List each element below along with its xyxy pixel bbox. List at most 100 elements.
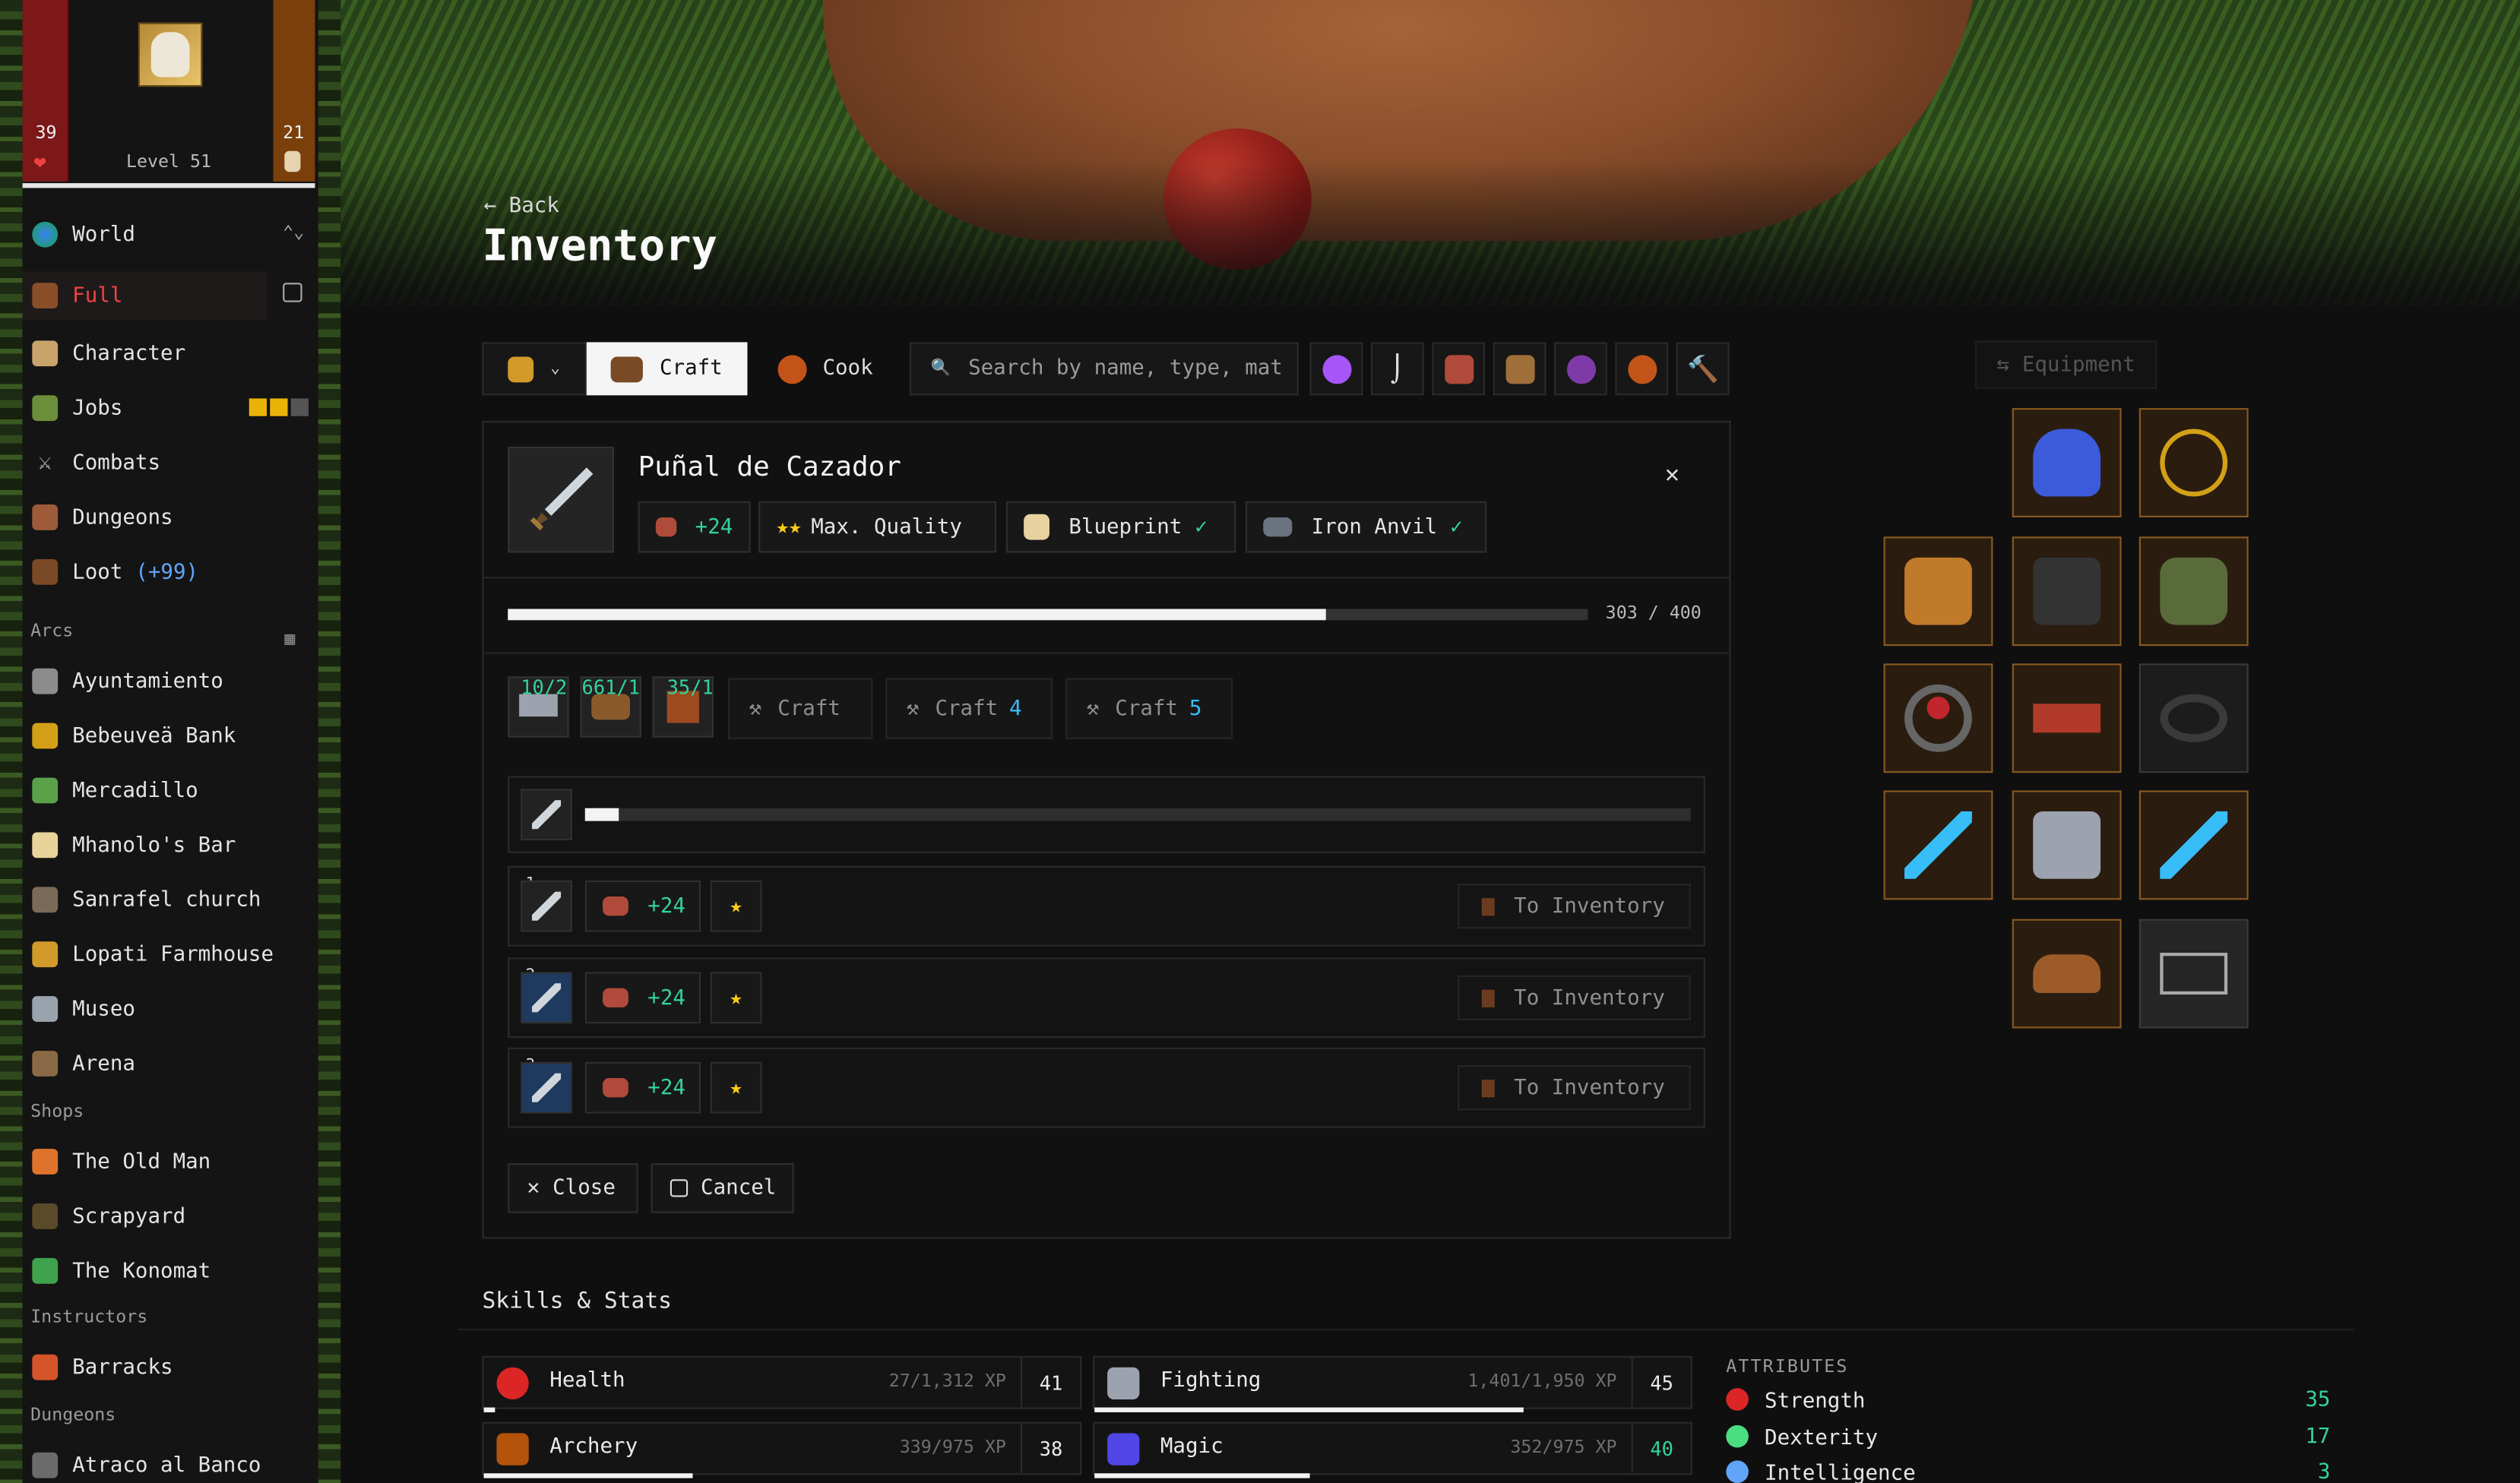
shopping-cart-icon: [2160, 953, 2228, 995]
craft-4-button[interactable]: ⚒ Craft 4: [885, 678, 1053, 739]
filter-grapes[interactable]: [1554, 342, 1607, 396]
strength-icon: [1726, 1388, 1749, 1411]
dagger-icon: [531, 1073, 562, 1102]
nav-arc-bank[interactable]: Bebeuveä Bank: [23, 712, 318, 760]
hammer-icon: ⚒: [906, 696, 920, 721]
anvil-icon: [603, 988, 628, 1007]
equipment-label: Equipment: [2021, 353, 2135, 377]
vending-icon: [32, 1257, 59, 1284]
nav-instructor-barracks[interactable]: Barracks: [23, 1343, 318, 1391]
filter-chest[interactable]: [1493, 342, 1547, 396]
equip-slot-feet[interactable]: [2012, 919, 2122, 1029]
nav-arc-label: Lopati Farmhouse: [72, 942, 274, 967]
nav-dungeon-atraco[interactable]: Atraco al Banco: [23, 1441, 318, 1483]
craft-4-count: 4: [1009, 696, 1022, 721]
nav-arc-church[interactable]: Sanrafel church: [23, 876, 318, 924]
equip-slot-back[interactable]: [2139, 536, 2249, 647]
chevron-updown-icon[interactable]: ⌃⌄: [283, 222, 304, 242]
skill-magic[interactable]: Magic 352/975 XP 40: [1093, 1421, 1692, 1478]
tab-craft[interactable]: Craft: [586, 342, 748, 396]
skill-level: 40: [1631, 1423, 1691, 1474]
craft-5-label: Craft: [1115, 696, 1179, 721]
filter-hook[interactable]: ⌡: [1370, 342, 1424, 396]
wizard-hat-icon: [1107, 1433, 1140, 1466]
filter-pot[interactable]: [1615, 342, 1669, 396]
section-instructors: Instructors: [30, 1306, 148, 1327]
nav-character[interactable]: Character: [23, 330, 318, 378]
x-icon: ✕: [527, 1176, 540, 1200]
material-count: 10/2: [521, 676, 568, 699]
nav-arc-arena[interactable]: Arena: [23, 1039, 318, 1087]
attribute-value: 3: [2317, 1460, 2331, 1483]
filter-hammer[interactable]: 🔨: [1676, 342, 1730, 396]
attribute-intelligence: Intelligence 3: [1726, 1460, 2330, 1483]
nav-arc-label: Ayuntamiento: [72, 669, 223, 694]
nav-combats[interactable]: ⚔ Combats: [23, 438, 318, 486]
nav-shop-konomat[interactable]: The Konomat: [23, 1247, 318, 1295]
equip-slot-legs[interactable]: [2012, 790, 2122, 900]
skill-archery[interactable]: Archery 339/975 XP 38: [482, 1421, 1082, 1478]
result-bonus: +24: [584, 1061, 701, 1114]
shop-icon: [32, 1149, 59, 1175]
equip-slot-main-hand[interactable]: [1883, 790, 1993, 900]
equip-slot-ring-empty[interactable]: [2139, 663, 2249, 773]
nav-arc-mercadillo[interactable]: Mercadillo: [23, 767, 318, 814]
nav-world-label: World: [72, 222, 135, 247]
nav-arc-bar[interactable]: Mhanolo's Bar: [23, 821, 318, 869]
category-dropdown[interactable]: ⌄: [482, 342, 587, 396]
hammer-icon: ⚒: [749, 696, 762, 721]
equip-slot-ring[interactable]: [1883, 663, 1993, 773]
craft-5-button[interactable]: ⚒ Craft 5: [1065, 678, 1233, 739]
to-inventory-button[interactable]: To Inventory: [1458, 884, 1691, 929]
equip-slot-off-hand[interactable]: [2139, 790, 2249, 900]
close-icon[interactable]: ✕: [1665, 460, 1679, 489]
equip-slot-neck[interactable]: [2139, 408, 2249, 517]
ring-placeholder-icon: [2160, 694, 2228, 743]
equip-slot-cart[interactable]: [2139, 919, 2249, 1029]
filter-orb[interactable]: [1309, 342, 1363, 396]
filter-anvil[interactable]: [1432, 342, 1486, 396]
skill-fighting[interactable]: Fighting 1,401/1,950 XP 45: [1093, 1355, 1692, 1412]
section-divider: [457, 1328, 2355, 1331]
equip-slot-chest[interactable]: [2012, 536, 2122, 647]
back-link[interactable]: ← Back: [484, 194, 559, 219]
nav-instructor-label: Barracks: [72, 1355, 173, 1380]
material-count: 35/1: [666, 676, 714, 699]
to-inventory-button[interactable]: To Inventory: [1458, 975, 1691, 1020]
equipment-button[interactable]: ⇆ Equipment: [1975, 340, 2158, 389]
nav-shop-old-man[interactable]: The Old Man: [23, 1137, 318, 1185]
bank-icon: [32, 723, 59, 749]
skill-name: Archery: [549, 1434, 638, 1459]
equip-slot-head[interactable]: [2012, 408, 2122, 517]
nav-world[interactable]: World: [23, 210, 318, 258]
cancel-button[interactable]: Cancel: [651, 1163, 794, 1213]
nav-loot[interactable]: Loot (+99): [23, 548, 318, 596]
close-button[interactable]: ✕ Close: [508, 1163, 638, 1213]
nav-arc-ayuntamiento[interactable]: Ayuntamiento: [23, 657, 318, 705]
nav-shop-label: Scrapyard: [72, 1204, 186, 1228]
craft-button[interactable]: ⚒ Craft: [728, 678, 873, 739]
bag-icon: [1481, 1079, 1495, 1097]
skill-health[interactable]: Health 27/1,312 XP 41: [482, 1355, 1082, 1412]
nav-arc-farmhouse[interactable]: Lopati Farmhouse: [23, 930, 318, 978]
sword-icon: [1904, 811, 1972, 879]
nav-dungeons[interactable]: Dungeons: [23, 493, 318, 541]
avatar[interactable]: [138, 22, 203, 87]
search-input[interactable]: [964, 355, 1293, 383]
attribute-name: Intelligence: [1765, 1462, 1916, 1483]
result-bonus-value: +24: [647, 985, 685, 1010]
cancel-button-label: Cancel: [701, 1176, 777, 1200]
to-inventory-label: To Inventory: [1514, 985, 1665, 1010]
equip-slot-belt[interactable]: [2012, 663, 2122, 773]
grid-view-icon[interactable]: ▦: [284, 628, 295, 649]
equip-slot-hands[interactable]: [1883, 536, 1993, 647]
tab-cook[interactable]: Cook: [749, 342, 901, 395]
nav-shop-scrapyard[interactable]: Scrapyard: [23, 1192, 318, 1240]
nav-full[interactable]: Full: [22, 271, 268, 320]
belt-icon: [2033, 704, 2101, 733]
to-inventory-button[interactable]: To Inventory: [1458, 1065, 1691, 1111]
archive-icon[interactable]: [283, 283, 302, 302]
nav-arc-museo[interactable]: Museo: [23, 985, 318, 1032]
queue-progress-fill: [584, 808, 619, 821]
search-box[interactable]: 🔍: [909, 342, 1299, 396]
